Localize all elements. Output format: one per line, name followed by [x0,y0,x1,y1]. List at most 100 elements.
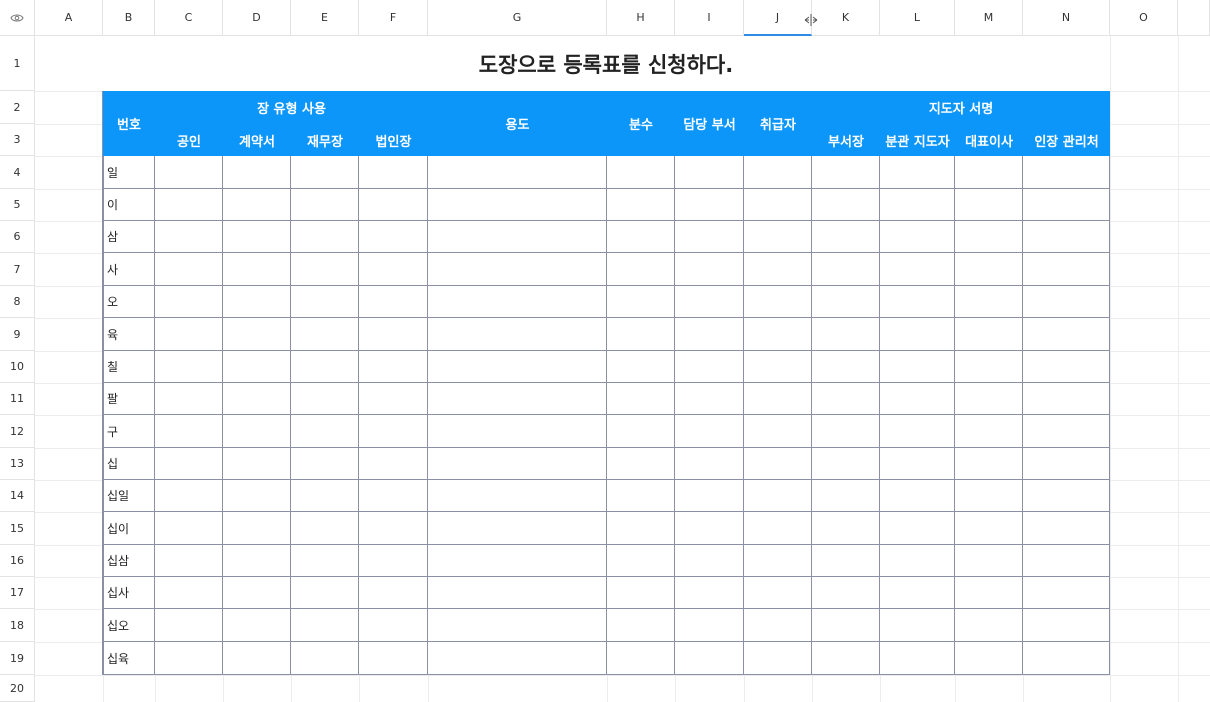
table-cell[interactable] [155,609,223,642]
table-cell[interactable] [607,448,675,480]
table-cell[interactable] [155,221,223,253]
table-cell[interactable] [1023,609,1110,642]
table-cell[interactable] [812,221,880,253]
table-cell[interactable] [955,448,1023,480]
table-cell[interactable] [1023,577,1110,609]
table-cell[interactable] [955,577,1023,609]
row-header-18[interactable]: 18 [0,609,35,642]
table-cell[interactable] [812,253,880,286]
table-cell[interactable] [880,545,955,577]
table-cell[interactable] [744,351,812,383]
column-header-l[interactable]: L [880,0,955,36]
table-cell[interactable] [223,383,291,415]
table-cell[interactable] [291,577,359,609]
table-cell[interactable] [812,512,880,545]
table-cell[interactable] [223,512,291,545]
table-cell[interactable] [955,318,1023,351]
table-cell[interactable] [812,351,880,383]
table-cell[interactable] [880,156,955,189]
table-cell[interactable] [223,221,291,253]
table-cell[interactable] [955,383,1023,415]
table-cell[interactable] [744,480,812,512]
table-cell[interactable] [291,480,359,512]
table-cell[interactable] [744,156,812,189]
table-cell[interactable] [223,448,291,480]
table-cell[interactable] [675,221,744,253]
table-cell[interactable] [812,286,880,318]
table-cell[interactable] [675,318,744,351]
table-cell[interactable] [291,415,359,448]
table-cell[interactable] [812,577,880,609]
table-cell[interactable] [880,253,955,286]
table-cell[interactable] [359,253,428,286]
column-header-next[interactable] [1178,0,1210,36]
table-cell[interactable] [155,415,223,448]
row-header-4[interactable]: 4 [0,156,35,189]
table-cell[interactable] [607,189,675,221]
column-header-d[interactable]: D [223,0,291,36]
row-header-12[interactable]: 12 [0,415,35,448]
table-cell[interactable] [675,383,744,415]
column-header-m[interactable]: M [955,0,1023,36]
table-cell[interactable] [155,156,223,189]
table-cell[interactable] [428,253,607,286]
table-cell[interactable] [675,609,744,642]
table-cell[interactable] [291,609,359,642]
table-cell[interactable] [812,609,880,642]
row-header-17[interactable]: 17 [0,577,35,609]
header-signer[interactable]: 분관 지도자 [880,124,955,156]
table-cell[interactable] [675,156,744,189]
table-cell[interactable] [428,221,607,253]
table-cell[interactable] [223,286,291,318]
row-header-7[interactable]: 7 [0,253,35,286]
table-cell[interactable] [607,253,675,286]
table-cell[interactable] [291,512,359,545]
table-cell[interactable] [359,642,428,675]
table-cell[interactable] [675,577,744,609]
header-handler[interactable]: 취급자 [744,91,812,156]
table-cell[interactable] [880,286,955,318]
table-cell[interactable] [880,383,955,415]
table-cell[interactable] [428,351,607,383]
table-cell[interactable] [359,156,428,189]
row-number-cell[interactable]: 십일 [103,480,155,512]
table-cell[interactable] [955,545,1023,577]
row-number-cell[interactable]: 십이 [103,512,155,545]
row-header-13[interactable]: 13 [0,448,35,480]
table-cell[interactable] [291,189,359,221]
table-cell[interactable] [428,448,607,480]
table-cell[interactable] [880,577,955,609]
table-cell[interactable] [359,189,428,221]
row-header-3[interactable]: 3 [0,124,35,156]
header-dept[interactable]: 담당 부서 [675,91,744,156]
table-cell[interactable] [675,545,744,577]
table-cell[interactable] [812,415,880,448]
table-cell[interactable] [223,189,291,221]
table-cell[interactable] [607,351,675,383]
row-header-20[interactable]: 20 [0,675,35,702]
header-signer-group[interactable]: 지도자 서명 [812,91,1110,124]
header-seal-type[interactable]: 계약서 [223,124,291,156]
table-cell[interactable] [155,642,223,675]
table-cell[interactable] [880,448,955,480]
table-cell[interactable] [428,480,607,512]
table-cell[interactable] [359,577,428,609]
table-cell[interactable] [428,609,607,642]
table-cell[interactable] [291,221,359,253]
column-header-a[interactable]: A [35,0,103,36]
table-cell[interactable] [744,512,812,545]
row-number-cell[interactable]: 육 [103,318,155,351]
row-header-2[interactable]: 2 [0,91,35,124]
table-cell[interactable] [155,253,223,286]
table-cell[interactable] [955,286,1023,318]
table-cell[interactable] [359,415,428,448]
table-cell[interactable] [955,512,1023,545]
table-cell[interactable] [223,609,291,642]
column-resize-icon[interactable] [803,12,819,28]
header-signer[interactable]: 대표이사 [955,124,1023,156]
column-header-h[interactable]: H [607,0,675,36]
table-cell[interactable] [880,480,955,512]
table-cell[interactable] [607,221,675,253]
table-cell[interactable] [955,415,1023,448]
column-header-o[interactable]: O [1110,0,1178,36]
